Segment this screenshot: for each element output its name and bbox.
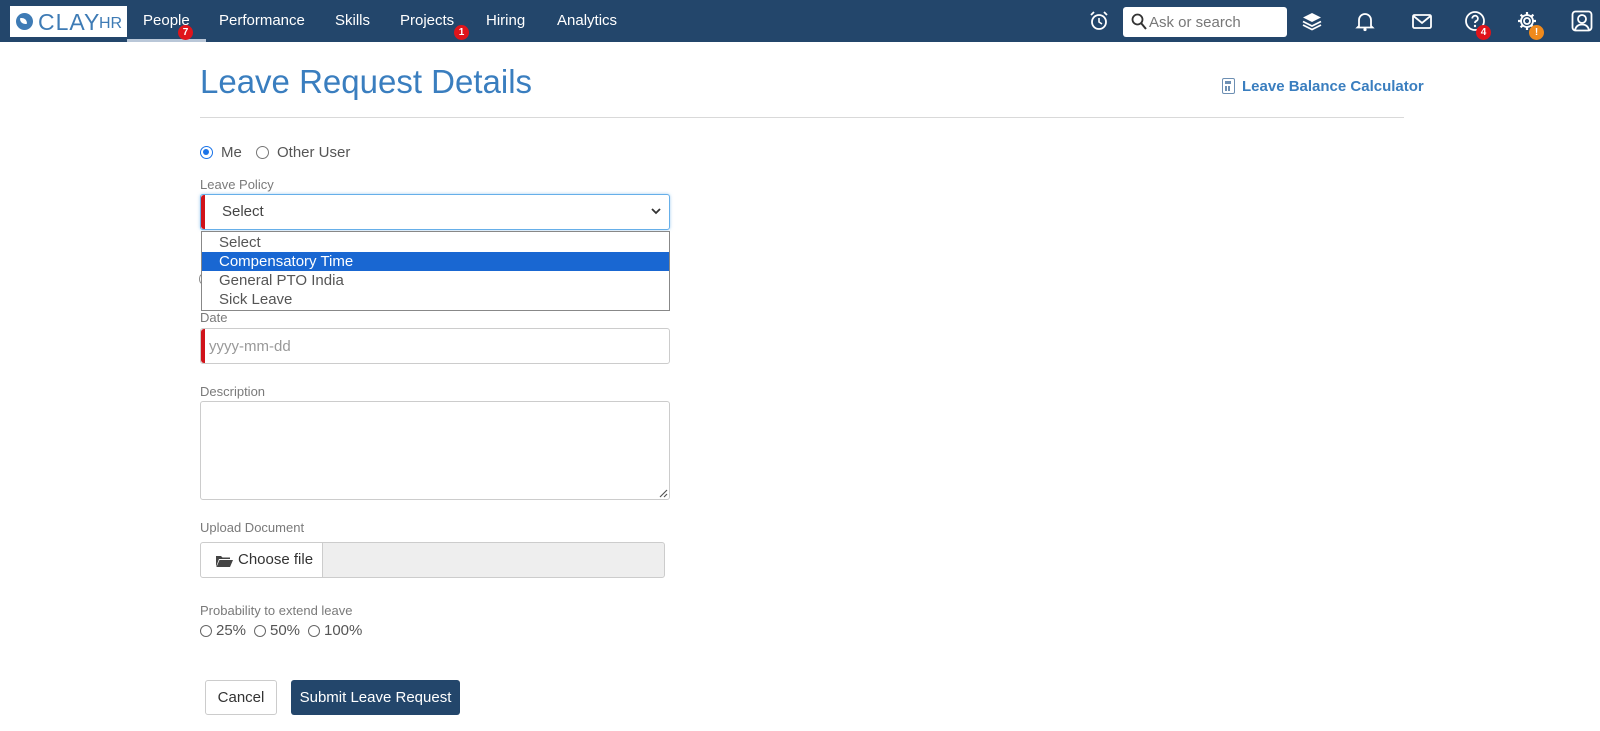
submit-leave-request-button[interactable]: Submit Leave Request [291,680,460,715]
required-indicator [201,329,205,363]
choose-file-button[interactable]: Choose file [200,542,323,578]
dropdown-option[interactable]: Sick Leave [202,290,669,309]
date-field[interactable] [200,328,670,364]
help-badge: 4 [1476,25,1491,40]
probability-label: Probability to extend leave [200,603,353,618]
folder-open-icon [216,556,233,567]
mail-icon[interactable] [1410,9,1434,33]
calculator-link-label: Leave Balance Calculator [1242,78,1424,95]
date-input[interactable] [209,334,659,358]
resize-grip-icon[interactable] [659,489,668,498]
probability-25-label[interactable]: 25% [216,622,246,639]
logo-mark-icon [16,13,33,30]
dropdown-option-highlighted[interactable]: Compensatory Time [202,252,669,271]
radio-me-label[interactable]: Me [221,144,242,161]
search-input[interactable] [1149,10,1283,34]
nav-item-label: Projects [400,12,455,29]
cancel-button[interactable]: Cancel [205,680,277,715]
description-textarea[interactable] [200,401,670,500]
nav-item-performance[interactable]: Performance [219,0,305,42]
nav-item-label: Performance [219,12,305,29]
clayhr-logo[interactable]: CLAY HR [10,6,127,37]
description-label: Description [200,384,266,399]
dropdown-option[interactable]: General PTO India [202,271,669,290]
calculator-icon [1222,78,1235,94]
probability-radio-25[interactable] [200,625,212,637]
settings-warning-badge: ! [1529,25,1544,40]
search-icon [1131,13,1147,30]
bell-icon[interactable] [1353,9,1377,33]
people-badge: 7 [178,25,193,40]
radio-other-user-label[interactable]: Other User [277,144,350,161]
probability-100-label[interactable]: 100% [324,622,362,639]
upload-document-label: Upload Document [200,520,305,535]
user-icon[interactable] [1570,9,1594,33]
radio-me[interactable] [200,146,213,159]
probability-radio-50[interactable] [254,625,266,637]
choose-file-label: Choose file [238,551,314,568]
date-label: Date [200,310,228,325]
leave-policy-label: Leave Policy [200,177,274,192]
logo-suffix: HR [99,15,123,32]
radio-other-user[interactable] [256,146,269,159]
file-name-display [322,542,665,578]
nav-item-analytics[interactable]: Analytics [557,0,617,42]
probability-radio-100[interactable] [308,625,320,637]
alarm-clock-icon[interactable] [1087,9,1111,33]
layers-icon[interactable] [1300,9,1324,33]
nav-item-hiring[interactable]: Hiring [486,0,525,42]
nav-item-label: Analytics [557,12,618,29]
chevron-down-icon [651,208,661,215]
leave-policy-dropdown: Select Compensatory Time General PTO Ind… [201,231,670,311]
top-navbar: CLAY HR People 7 Performance Skills Proj… [0,0,1600,42]
logo-text: CLAY [38,9,101,35]
nav-item-skills[interactable]: Skills [335,0,370,42]
probability-50-label[interactable]: 50% [270,622,300,639]
page-title: Leave Request Details [200,63,533,100]
projects-badge: 1 [454,25,469,40]
nav-item-label: Hiring [486,12,526,29]
global-search[interactable] [1123,7,1287,37]
dropdown-option[interactable]: Select [202,233,669,252]
leave-policy-value: Select [222,203,264,220]
required-indicator [201,195,205,229]
header-divider [200,117,1404,118]
nav-item-projects[interactable]: Projects [400,0,454,42]
leave-policy-select[interactable]: Select [200,194,670,230]
nav-item-label: Skills [335,12,371,29]
